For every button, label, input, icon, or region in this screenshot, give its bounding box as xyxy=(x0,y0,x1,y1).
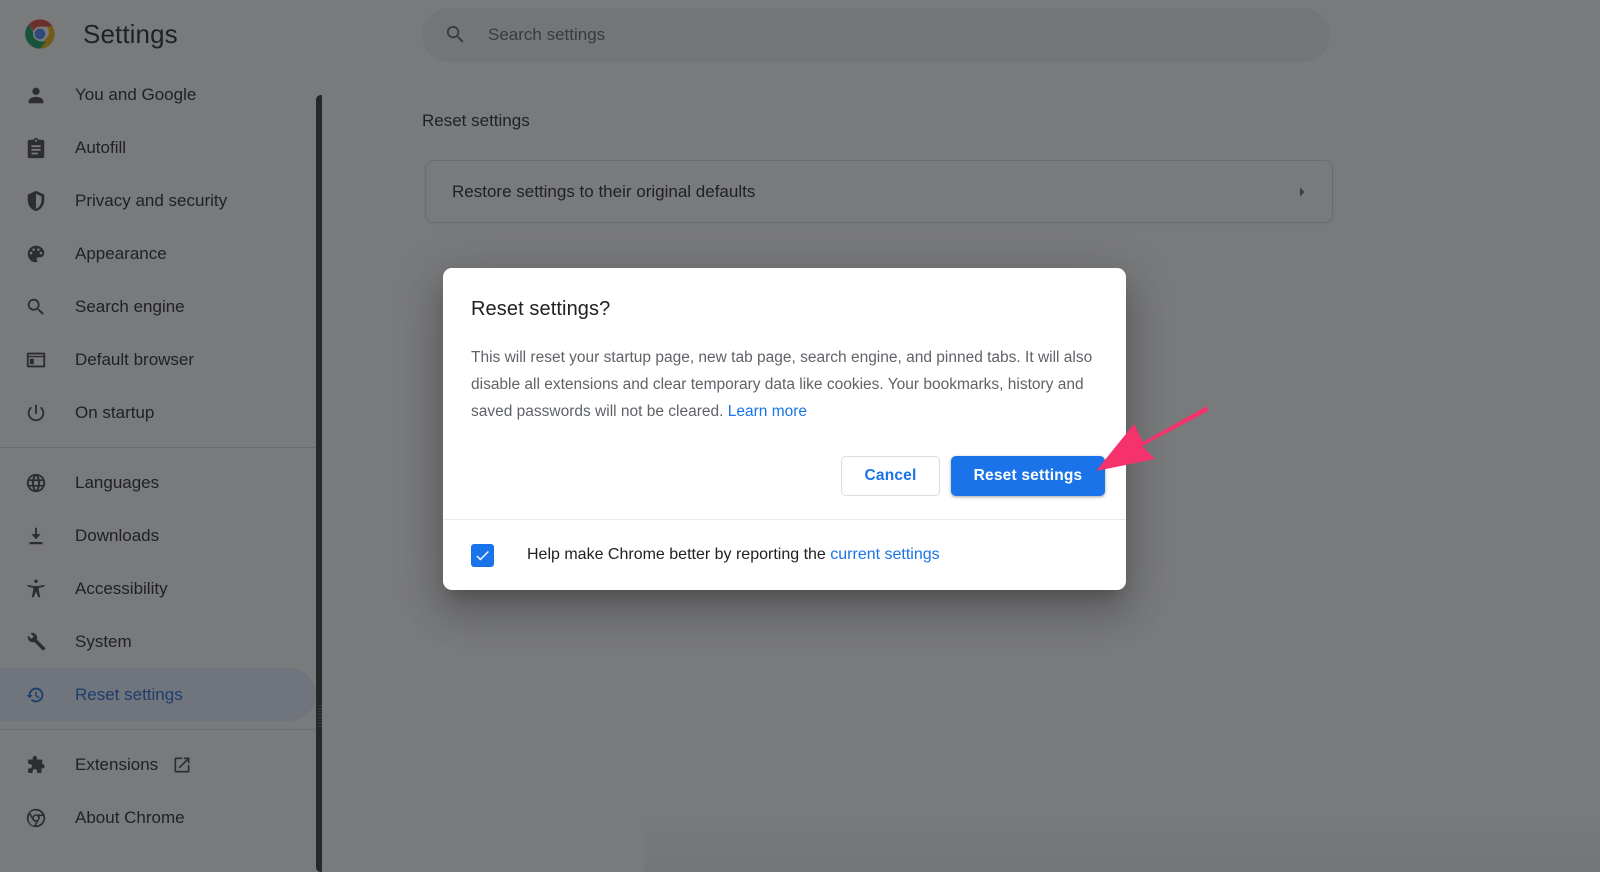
reset-settings-confirm-button[interactable]: Reset settings xyxy=(951,456,1105,496)
dialog-footer: Help make Chrome better by reporting the… xyxy=(443,520,1126,590)
current-settings-link[interactable]: current settings xyxy=(830,546,939,563)
dialog-title: Reset settings? xyxy=(471,298,611,320)
report-settings-checkbox[interactable] xyxy=(471,543,494,567)
report-settings-label: Help make Chrome better by reporting the… xyxy=(527,546,940,564)
report-settings-text: Help make Chrome better by reporting the xyxy=(527,546,831,563)
reset-settings-dialog: Reset settings? This will reset your sta… xyxy=(443,268,1126,590)
dialog-body: Reset settings? This will reset your sta… xyxy=(443,268,1126,425)
cancel-button[interactable]: Cancel xyxy=(841,456,940,496)
dialog-description: This will reset your startup page, new t… xyxy=(471,344,1097,425)
checkmark-icon xyxy=(476,550,489,560)
learn-more-link[interactable]: Learn more xyxy=(728,403,807,420)
screenshot-root: Settings You and Google Autofill xyxy=(0,0,1600,872)
